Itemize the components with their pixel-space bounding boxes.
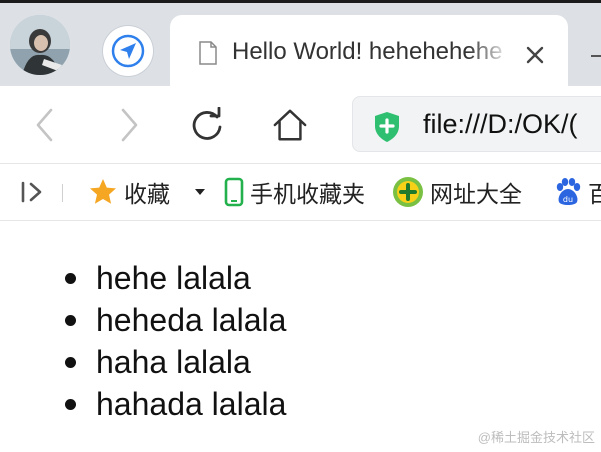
bookmarks-bar: 收藏 手机收藏夹 网址大全 du 百 bbox=[0, 163, 601, 221]
bullet-dot bbox=[65, 315, 76, 326]
list-item: hahada lalala bbox=[65, 383, 287, 425]
page-icon bbox=[199, 41, 217, 65]
bookmark-label: 收藏 bbox=[124, 181, 170, 207]
phone-icon bbox=[224, 177, 244, 207]
list-item-text: hahada lalala bbox=[96, 386, 287, 422]
chevron-down-icon bbox=[195, 189, 205, 195]
baidu-paw-icon: du bbox=[554, 177, 582, 207]
sidebar-toggle-button[interactable] bbox=[20, 177, 46, 207]
home-button[interactable] bbox=[272, 107, 308, 143]
favorites-dropdown-button[interactable] bbox=[193, 177, 207, 207]
plus-circle-icon bbox=[392, 176, 424, 208]
bookmark-label: 网址大全 bbox=[430, 181, 522, 207]
toolbar: file:///D:/OK/( bbox=[0, 86, 601, 163]
star-icon bbox=[88, 177, 118, 207]
active-tab[interactable]: Hello World! hehehehehe bbox=[170, 15, 568, 89]
bullet-list: hehe lalala heheda lalala haha lalala ha… bbox=[65, 257, 287, 425]
navigation-app-button[interactable] bbox=[103, 26, 153, 76]
bullet-dot bbox=[65, 273, 76, 284]
list-item: hehe lalala bbox=[65, 257, 286, 299]
reload-button[interactable] bbox=[189, 107, 225, 143]
url-text[interactable]: file:///D:/OK/( bbox=[423, 107, 578, 141]
reload-icon bbox=[192, 107, 222, 140]
home-icon bbox=[273, 109, 307, 141]
list-item: heheda lalala bbox=[65, 299, 287, 341]
avatar-image bbox=[10, 15, 70, 75]
user-avatar[interactable] bbox=[10, 15, 70, 75]
page-content: hehe lalala heheda lalala haha lalala ha… bbox=[0, 221, 601, 452]
list-item-text: hehe lalala bbox=[96, 260, 251, 296]
bookmarks-divider bbox=[62, 184, 63, 202]
bookmark-label: 百 bbox=[588, 181, 601, 207]
back-arrow-icon bbox=[36, 108, 53, 142]
forward-arrow-icon bbox=[121, 108, 138, 142]
new-tab-button[interactable] bbox=[591, 55, 601, 57]
tab-strip: Hello World! hehehehehe bbox=[0, 0, 601, 89]
address-bar[interactable]: file:///D:/OK/( bbox=[352, 96, 601, 152]
bookmark-favorites[interactable]: 收藏 bbox=[88, 177, 170, 207]
list-item: haha lalala bbox=[65, 341, 286, 383]
close-tab-icon[interactable] bbox=[523, 43, 547, 67]
bullet-dot bbox=[65, 399, 76, 410]
list-item-text: heheda lalala bbox=[96, 302, 287, 338]
sidebar-toggle-icon bbox=[21, 181, 42, 203]
forward-button[interactable] bbox=[110, 107, 146, 143]
bullet-dot bbox=[65, 357, 76, 368]
back-button[interactable] bbox=[28, 107, 64, 143]
bookmark-mobile-favorites[interactable]: 手机收藏夹 bbox=[224, 177, 365, 207]
watermark: @稀土掘金技术社区 bbox=[477, 430, 595, 445]
svg-text:du: du bbox=[563, 195, 573, 204]
bookmark-url-directory[interactable]: 网址大全 bbox=[392, 177, 522, 207]
bookmark-baidu[interactable]: du 百 bbox=[554, 177, 601, 207]
tab-title: Hello World! hehehehehe bbox=[232, 38, 503, 65]
bookmark-label: 手机收藏夹 bbox=[250, 181, 365, 207]
list-item-text: haha lalala bbox=[96, 344, 251, 380]
security-shield-icon[interactable] bbox=[373, 111, 401, 143]
navigation-arrow-icon bbox=[111, 34, 145, 68]
